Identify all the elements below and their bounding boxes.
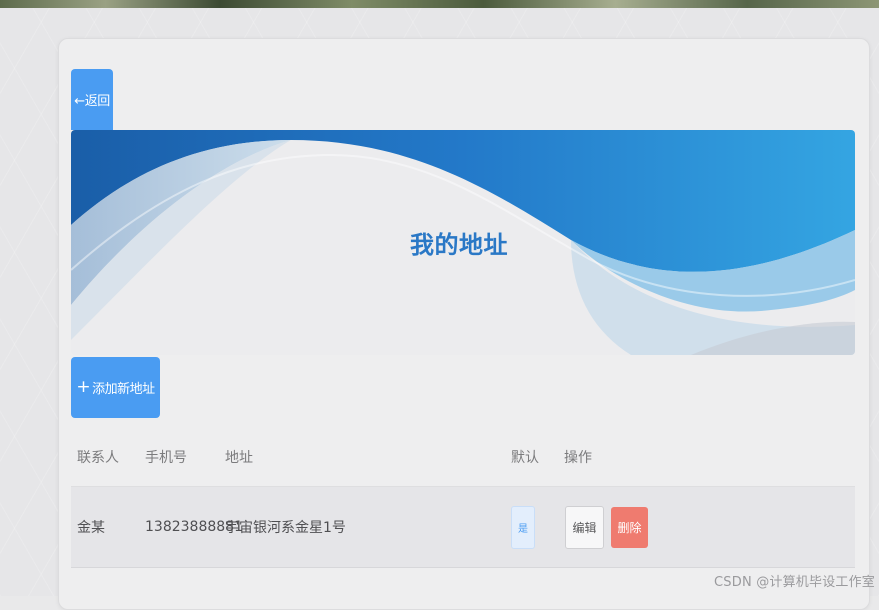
- delete-button[interactable]: 删除: [611, 506, 648, 548]
- address-table: 联系人 手机号 地址 默认 操作 金某 13823888881 宇宙银河系金星1…: [71, 428, 855, 568]
- column-header-phone: 手机号: [145, 450, 187, 466]
- cell-default: 是: [510, 505, 564, 549]
- cell-contact: 金某: [77, 520, 105, 536]
- background-photo-strip: [0, 0, 879, 8]
- cell-phone: 13823888881: [145, 519, 243, 535]
- add-address-label: 添加新地址: [92, 382, 155, 397]
- table-header: 联系人 手机号 地址 默认 操作: [71, 428, 855, 487]
- add-address-button[interactable]: + 添加新地址: [71, 357, 160, 418]
- cell-address: 宇宙银河系金星1号: [225, 520, 346, 536]
- plus-icon: +: [76, 377, 91, 397]
- cell-operations: 编辑 删除: [564, 505, 855, 549]
- default-badge: 是: [511, 505, 535, 549]
- banner: 我的地址: [71, 130, 855, 355]
- edit-button[interactable]: 编辑: [565, 505, 604, 549]
- column-header-operations: 操作: [564, 450, 592, 466]
- page-title: 我的地址: [410, 231, 508, 259]
- column-header-default: 默认: [511, 450, 539, 466]
- column-header-address: 地址: [225, 450, 253, 466]
- back-label: ←返回: [74, 94, 110, 109]
- back-button[interactable]: ←返回: [71, 69, 113, 130]
- table-row: 金某 13823888881 宇宙银河系金星1号 是 编辑 删除: [71, 487, 855, 568]
- watermark: CSDN @计算机毕设工作室: [714, 575, 875, 590]
- column-header-contact: 联系人: [77, 450, 119, 466]
